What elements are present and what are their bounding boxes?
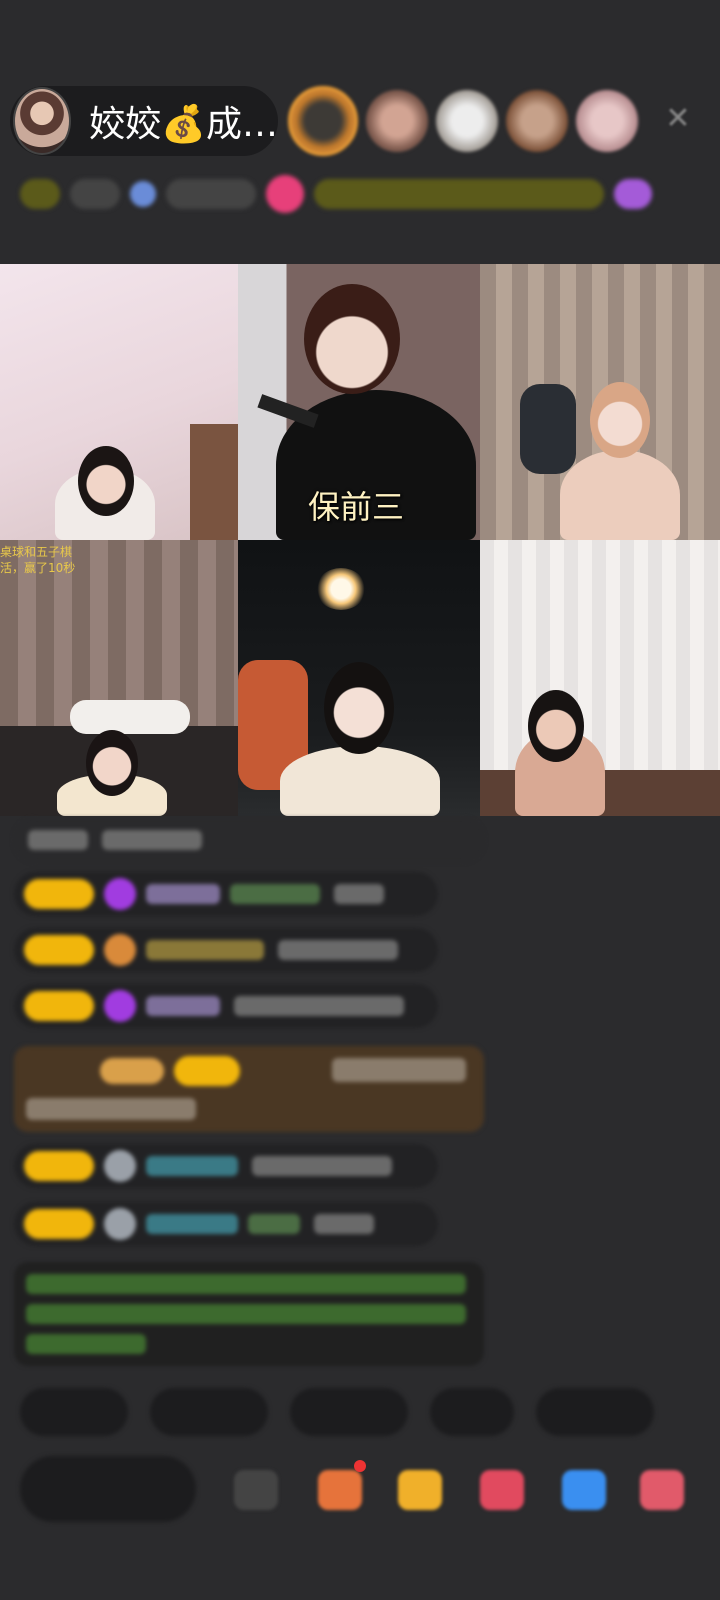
share-icon[interactable] <box>562 1470 606 1510</box>
chat-username[interactable] <box>146 940 264 960</box>
guest-head <box>304 284 400 394</box>
level-badge <box>100 1058 164 1084</box>
chat-username[interactable] <box>146 884 220 904</box>
chat-message <box>14 1144 438 1188</box>
guest-video-4[interactable]: 桌球和五子棋 活，赢了10秒 <box>0 540 238 816</box>
notice-line <box>26 1274 466 1294</box>
top-viewer-avatar[interactable] <box>576 90 638 152</box>
fan-badge-icon <box>104 934 136 966</box>
top-viewer-avatar[interactable] <box>506 90 568 152</box>
rank-chip[interactable] <box>20 179 60 209</box>
system-notice <box>14 1262 484 1366</box>
info-chip[interactable] <box>166 179 256 209</box>
announcement-chip[interactable] <box>314 179 604 209</box>
more-icon[interactable] <box>614 179 652 209</box>
fan-badge-icon <box>104 1208 136 1240</box>
notification-dot <box>354 1460 366 1472</box>
level-badge <box>24 1209 94 1239</box>
chat-message <box>14 984 438 1028</box>
chat-username[interactable] <box>146 1214 238 1234</box>
emoji-icon[interactable] <box>234 1470 278 1510</box>
level-badge <box>24 1151 94 1181</box>
guest-video-3[interactable] <box>480 264 720 540</box>
guest-head <box>86 730 138 796</box>
chat-text <box>28 830 88 850</box>
quick-action-chip[interactable] <box>290 1388 408 1436</box>
shelf <box>190 424 238 540</box>
rank-chip[interactable] <box>70 179 120 209</box>
top-viewer-avatar[interactable] <box>436 90 498 152</box>
badge-icon <box>130 181 156 207</box>
more-icon[interactable] <box>640 1470 684 1510</box>
guest-figure <box>560 450 680 540</box>
level-badge <box>24 935 94 965</box>
host-name: 姣姣💰成… <box>89 104 278 145</box>
guest-note: 桌球和五子棋 活，赢了10秒 <box>0 544 75 576</box>
quick-action-row <box>20 1388 654 1436</box>
video-subtitle: 保前三 <box>308 488 405 526</box>
chat-message <box>14 1202 438 1246</box>
microphone <box>520 384 576 474</box>
chat-username[interactable] <box>146 996 220 1016</box>
notice-line <box>26 1334 146 1354</box>
level-badge <box>24 879 94 909</box>
mic-arm <box>257 394 319 428</box>
host-avatar[interactable] <box>13 87 72 155</box>
chat-input[interactable] <box>20 1456 196 1522</box>
chat-highlight-message <box>14 1046 484 1132</box>
bottom-toolbar <box>20 1456 710 1536</box>
guest-video-1[interactable] <box>0 264 238 540</box>
quick-action-chip[interactable] <box>20 1388 128 1436</box>
fan-badge-icon <box>104 990 136 1022</box>
level-badge <box>174 1056 240 1086</box>
guest-video-2[interactable]: 保前三 <box>238 264 480 540</box>
chat-username[interactable] <box>230 884 320 904</box>
fan-badge-icon <box>104 1150 136 1182</box>
guest-note-line: 桌球和五子棋 <box>0 545 73 559</box>
room-info-strip <box>20 172 685 216</box>
chat-text <box>314 1214 374 1234</box>
ring-light <box>316 568 366 610</box>
guest-video-6[interactable] <box>480 540 720 816</box>
chat-message <box>14 872 438 916</box>
quick-action-chip[interactable] <box>430 1388 514 1436</box>
heart-icon[interactable] <box>266 175 304 213</box>
notice-line <box>26 1304 466 1324</box>
guest-head <box>78 446 134 516</box>
top-viewers-list <box>288 86 646 156</box>
plush-toy <box>70 700 190 734</box>
level-badge <box>24 991 94 1021</box>
chat-message <box>14 928 438 972</box>
chat-text <box>334 884 384 904</box>
guest-head <box>324 662 394 754</box>
chat-text <box>26 1098 196 1120</box>
heart-icon[interactable] <box>480 1470 524 1510</box>
shop-icon[interactable] <box>318 1470 362 1510</box>
guest-head <box>590 382 650 458</box>
gift-icon[interactable] <box>398 1470 442 1510</box>
top-viewer-avatar[interactable] <box>366 90 428 152</box>
host-info-pill[interactable]: 姣姣💰成… <box>10 86 278 156</box>
top-viewer-avatar[interactable] <box>288 86 358 156</box>
quick-action-chip[interactable] <box>150 1388 268 1436</box>
chat-text <box>278 940 398 960</box>
guest-video-5[interactable] <box>238 540 480 816</box>
chat-message <box>14 818 484 862</box>
chat-username[interactable] <box>146 1156 238 1176</box>
chat-text <box>332 1058 466 1082</box>
guest-head <box>528 690 584 762</box>
chat-text <box>102 830 202 850</box>
quick-action-chip[interactable] <box>536 1388 654 1436</box>
guest-figure <box>280 746 440 816</box>
chat-username[interactable] <box>248 1214 300 1234</box>
chat-text <box>234 996 404 1016</box>
chat-text <box>252 1156 392 1176</box>
fan-badge-icon <box>104 878 136 910</box>
multi-guest-video-grid: 保前三 桌球和五子棋 活，赢了10秒 <box>0 264 720 816</box>
guest-note-line: 活，赢了10秒 <box>0 561 76 575</box>
close-icon[interactable]: ✕ <box>665 104 691 134</box>
